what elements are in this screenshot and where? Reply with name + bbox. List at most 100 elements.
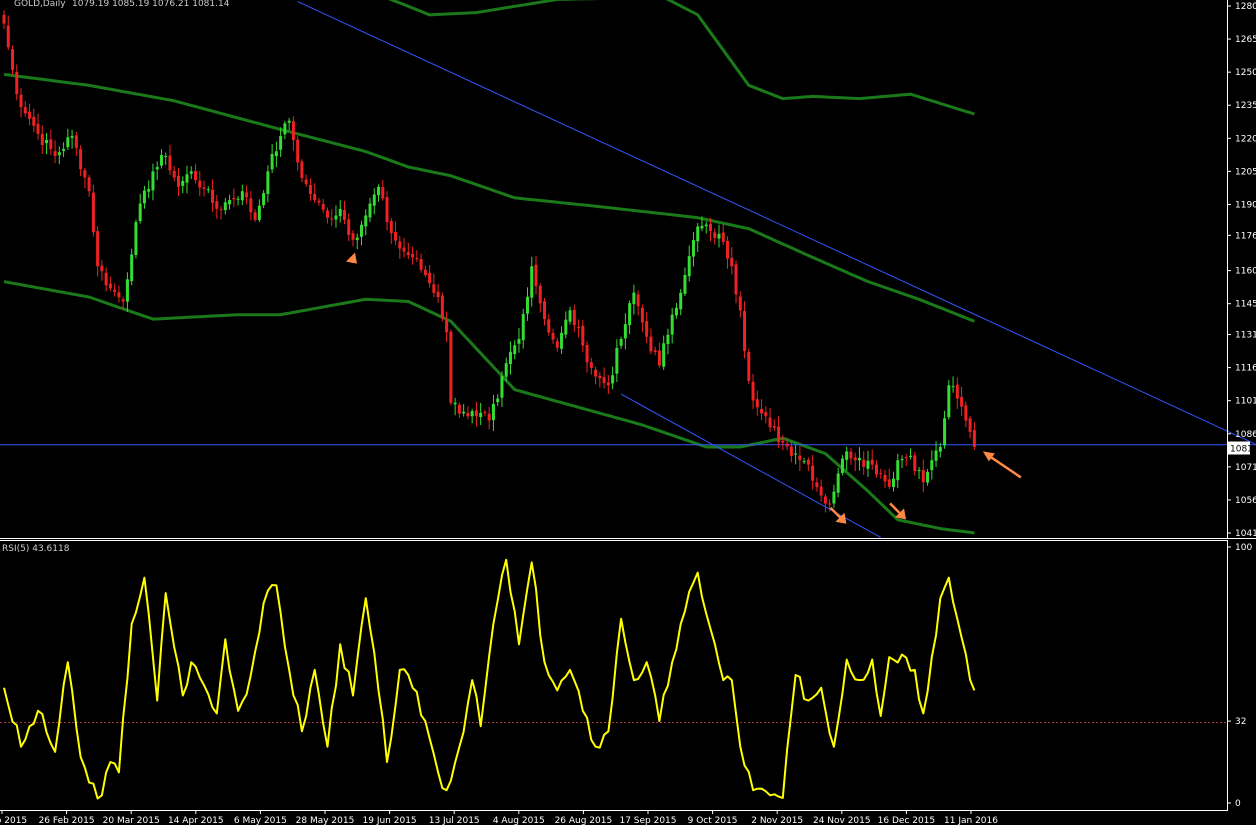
time-tick-label: 26 Aug 2015 (555, 816, 613, 825)
candle (440, 295, 444, 319)
candle (730, 257, 734, 267)
candle (236, 198, 240, 200)
candle (449, 331, 453, 403)
candle (628, 303, 632, 326)
candle (577, 326, 581, 328)
candle (738, 296, 742, 311)
candle (751, 381, 755, 401)
candle (377, 186, 381, 196)
current-price-label: 1081 (1228, 441, 1253, 455)
candle (504, 363, 508, 377)
price-tick-label: 1176 (1235, 231, 1256, 241)
candle (972, 430, 976, 448)
candle (508, 351, 512, 365)
candle (28, 111, 32, 119)
candle (291, 121, 295, 141)
candle (534, 264, 538, 287)
symbol-title: GOLD,Daily (14, 0, 66, 9)
candle (845, 451, 849, 460)
candle (585, 344, 589, 363)
candle (615, 347, 619, 374)
price-tick-label: 1280 (1235, 2, 1256, 12)
time-tick-label: 26 Feb 2015 (39, 816, 95, 825)
candle (466, 412, 470, 417)
candle (406, 252, 410, 256)
candle (862, 459, 866, 467)
candle (700, 225, 704, 229)
candle (572, 309, 576, 326)
candle (581, 325, 585, 346)
candle (836, 473, 840, 493)
candle (342, 209, 346, 220)
candle (653, 350, 657, 352)
time-tick-label: 4 Aug 2015 (493, 816, 545, 825)
candle (474, 410, 478, 417)
candle (83, 170, 87, 178)
candle (768, 417, 772, 428)
time-tick-label: 17 Sep 2015 (619, 816, 676, 825)
time-tick-label: 9 Oct 2015 (688, 816, 738, 825)
candle (381, 187, 385, 199)
candle (687, 256, 691, 277)
candle (415, 258, 419, 260)
candle (245, 192, 249, 198)
candle (857, 458, 861, 461)
candle (313, 193, 317, 201)
candle (266, 171, 270, 194)
candle (15, 71, 19, 95)
time-tick-label: 13 Jul 2015 (429, 816, 480, 825)
candle (798, 455, 802, 461)
price-tick-label: 1265 (1235, 35, 1256, 45)
candle (304, 179, 308, 184)
candle (645, 321, 649, 337)
candle (866, 460, 870, 469)
candle (334, 215, 338, 220)
candle (708, 223, 712, 231)
candle (462, 411, 466, 414)
candle (351, 233, 355, 240)
candle (155, 166, 159, 170)
candle (713, 232, 717, 239)
candle (385, 197, 389, 223)
price-tick-label: 1190 (1235, 200, 1256, 210)
candle (696, 226, 700, 242)
candle (274, 151, 278, 157)
candle (398, 241, 402, 249)
candle (142, 190, 146, 204)
candle (525, 296, 529, 314)
candle (747, 352, 751, 381)
candle (640, 307, 644, 323)
candle (874, 464, 878, 475)
time-tick-label: 14 Apr 2015 (168, 816, 224, 825)
candle (662, 343, 666, 367)
candle (130, 254, 134, 282)
candle (262, 193, 266, 206)
candle (491, 403, 495, 421)
price-tick-label: 1205 (1235, 167, 1256, 177)
candle (49, 139, 53, 150)
candle (602, 377, 606, 384)
price-tick-label: 1101 (1235, 397, 1256, 407)
rsi-tick-label: 32 (1235, 717, 1246, 727)
candle (611, 375, 615, 384)
candle (781, 440, 785, 443)
candle (317, 200, 321, 203)
candle (164, 155, 168, 157)
ohlc-values: 1079.19 1085.19 1076.21 1081.14 (72, 0, 230, 9)
candle (287, 120, 291, 123)
candle (457, 404, 461, 414)
candle (840, 458, 844, 473)
candle (555, 341, 559, 348)
candle (619, 338, 623, 346)
candle (487, 413, 491, 421)
candle (832, 491, 836, 504)
candle (253, 212, 257, 220)
candle (104, 272, 108, 286)
candle (951, 386, 955, 388)
candle (726, 240, 730, 259)
candle (879, 472, 883, 474)
candle (338, 208, 342, 217)
current-price-value: 1081 (1230, 445, 1253, 455)
candle (228, 200, 232, 205)
candle (219, 209, 223, 211)
